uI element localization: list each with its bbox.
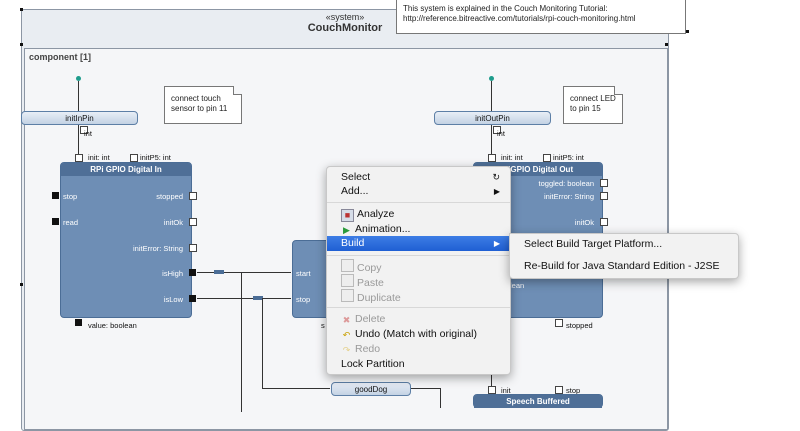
redo-icon: ↷ <box>342 345 351 355</box>
selection-handle[interactable] <box>20 8 23 11</box>
menu-analyze-label: Analyze <box>357 208 395 220</box>
submenu-arrow-icon: ▶ <box>493 239 500 248</box>
undo-icon: ↶ <box>342 330 351 340</box>
menu-item-redo[interactable]: ↷ Redo <box>327 342 510 357</box>
context-menu: Select ↻ Add... ▶ ■ Analyze ▶ Animation...… <box>326 166 511 375</box>
menu-item-add[interactable]: Add... ▶ <box>327 184 510 199</box>
note-touch-sensor[interactable]: connect touch sensor to pin 11 <box>164 86 242 124</box>
menu-undo-label: Undo (Match with original) <box>355 328 477 340</box>
submenu-arrow-icon: ▶ <box>493 187 500 196</box>
menu-copy-label: Copy <box>357 262 382 274</box>
port-init-ok[interactable]: initOk <box>575 218 594 227</box>
note-led-line2: to pin 15 <box>570 104 601 113</box>
menu-item-copy[interactable]: Copy <box>327 259 510 274</box>
selection-handle[interactable] <box>665 43 668 46</box>
port-stop[interactable]: stop <box>63 192 77 201</box>
note-touch-line2: sensor to pin 11 <box>171 104 228 113</box>
init-out-pin[interactable]: initOutPin <box>434 111 551 125</box>
init-in-pin[interactable]: initInPin <box>21 111 138 125</box>
menu-delete-label: Delete <box>355 313 386 325</box>
menu-paste-label: Paste <box>357 277 384 289</box>
port-lean[interactable]: lean <box>510 281 524 290</box>
port-is-high[interactable]: isHigh <box>162 269 183 278</box>
play-icon: ▶ <box>343 225 350 235</box>
menu-duplicate-label: Duplicate <box>357 292 401 304</box>
port-init-ok[interactable]: initOk <box>164 218 183 227</box>
init-out-pin-type: int <box>497 129 505 138</box>
analyze-icon: ■ <box>341 209 354 222</box>
menu-item-duplicate[interactable]: Duplicate <box>327 289 510 304</box>
menu-item-animation[interactable]: ▶ Animation... <box>327 222 510 237</box>
submenu-item-select-platform[interactable]: Select Build Target Platform... <box>510 236 738 252</box>
menu-separator <box>327 255 510 256</box>
menu-item-analyze[interactable]: ■ Analyze <box>327 207 510 222</box>
menu-item-build[interactable]: Build ▶ <box>327 236 510 251</box>
submenu-item-rebuild-j2se[interactable]: Re-Build for Java Standard Edition - J2S… <box>510 258 738 274</box>
menu-separator <box>327 307 510 308</box>
duplicate-icon <box>341 289 354 302</box>
gpio-out-param-init: init: int <box>501 153 523 162</box>
gpio-out-port-stopped: stopped <box>566 321 593 330</box>
note-led[interactable]: connect LED to pin 15 <box>563 86 623 124</box>
tutorial-note-line1: This system is explained in the Couch Mo… <box>403 4 608 13</box>
menu-item-select[interactable]: Select ↻ <box>327 170 510 185</box>
note-touch-line1: connect touch <box>171 94 221 103</box>
gpio-in-param-init: init: int <box>88 153 110 162</box>
menu-item-undo[interactable]: ↶ Undo (Match with original) <box>327 327 510 342</box>
init-in-pin-type: int <box>84 129 92 138</box>
port-stop[interactable]: stop <box>296 295 310 304</box>
gpio-out-param-initp5: initP5: int <box>553 153 584 162</box>
gpio-digital-in-block[interactable]: RPi GPIO Digital In stop read stopped in… <box>60 162 192 318</box>
note-led-line1: connect LED <box>570 94 616 103</box>
port-init-error[interactable]: initError: String <box>544 192 594 201</box>
port-toggled[interactable]: toggled: boolean <box>539 179 594 188</box>
paste-icon <box>341 274 354 287</box>
menu-item-delete[interactable]: ✖ Delete <box>327 312 510 327</box>
menu-animation-label: Animation... <box>355 223 411 235</box>
menu-build-label: Build <box>341 237 365 249</box>
menu-lock-partition-label: Lock Partition <box>341 358 405 370</box>
menu-add-label: Add... <box>341 185 369 197</box>
menu-item-paste[interactable]: Paste <box>327 274 510 289</box>
gpio-in-title: RPi GPIO Digital In <box>61 163 191 176</box>
gpio-in-port-value: value: boolean <box>88 321 137 330</box>
port-start[interactable]: start <box>296 269 311 278</box>
good-dog-pin[interactable]: goodDog <box>331 382 411 396</box>
select-cursor-icon: ↻ <box>492 172 500 182</box>
menu-item-lock-partition[interactable]: Lock Partition <box>327 357 510 372</box>
middle-block-port-s: s <box>321 321 325 330</box>
tutorial-note-line2: http://reference.bitreactive.com/tutoria… <box>403 14 636 23</box>
menu-redo-label: Redo <box>355 343 381 355</box>
gpio-in-param-initp5: initP5: int <box>140 153 171 162</box>
tutorial-note[interactable]: This system is explained in the Couch Mo… <box>396 0 686 34</box>
selection-handle[interactable] <box>686 30 689 33</box>
selection-handle[interactable] <box>20 283 23 286</box>
port-read[interactable]: read <box>63 218 78 227</box>
port-is-low[interactable]: isLow <box>164 295 183 304</box>
speech-title: Speech Buffered <box>474 395 602 408</box>
port-init-error[interactable]: initError: String <box>133 244 183 253</box>
delete-icon: ✖ <box>342 315 351 325</box>
selection-handle[interactable] <box>20 43 23 46</box>
build-submenu: Select Build Target Platform... Re-Build… <box>509 233 739 279</box>
menu-select-label: Select <box>341 171 371 183</box>
menu-separator <box>327 202 510 203</box>
port-stopped[interactable]: stopped <box>156 192 183 201</box>
component-label: component [1] <box>29 52 91 62</box>
copy-icon <box>341 259 354 272</box>
